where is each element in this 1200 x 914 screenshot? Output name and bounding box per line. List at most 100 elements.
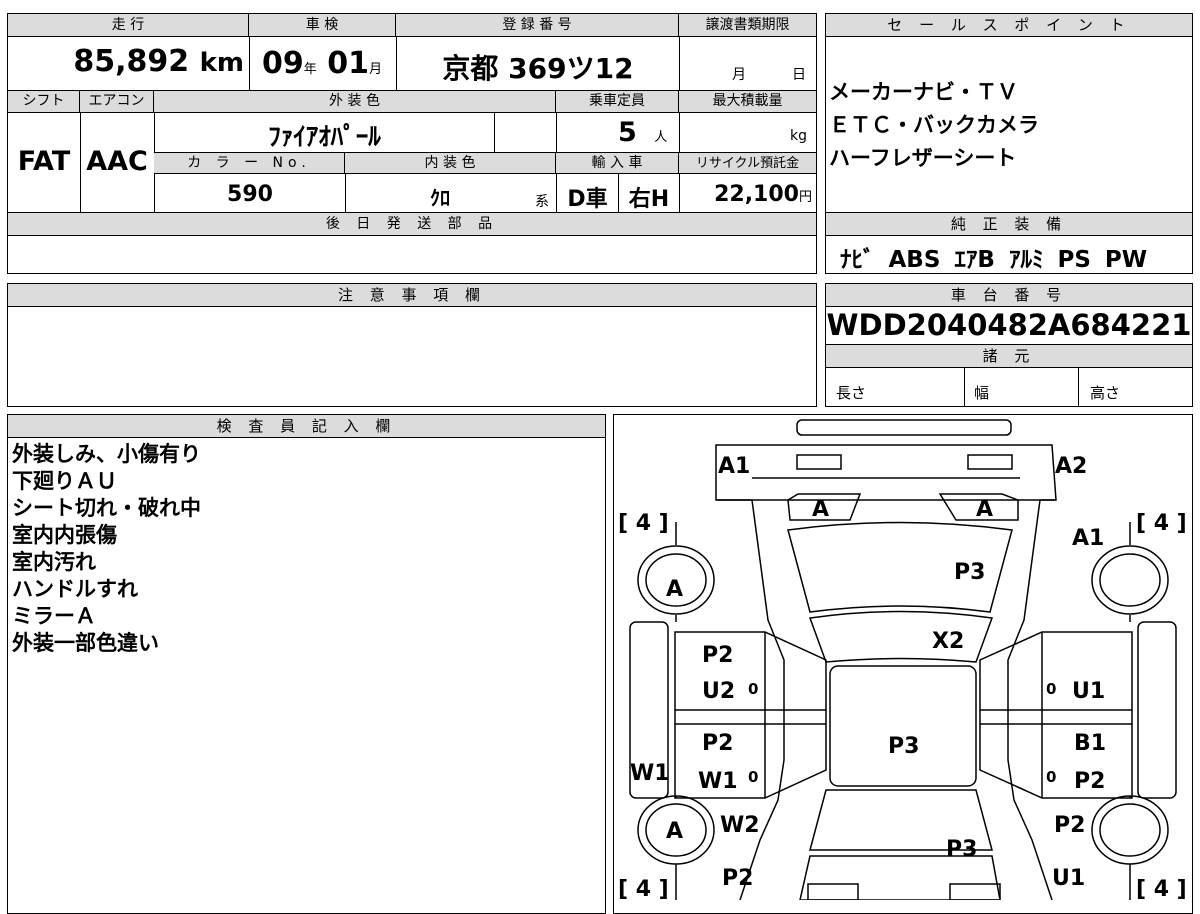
damage-label: A1 xyxy=(718,454,750,479)
header-sales-point: セ ー ル ス ポ イ ン ト xyxy=(826,14,1192,37)
inspector-note-6: ハンドルすれ xyxy=(12,577,138,601)
left-front-door-shape xyxy=(674,631,827,711)
headlight-right-shape xyxy=(967,454,1013,470)
damage-label: W2 xyxy=(720,813,760,838)
header-registration: 登 録 番 号 xyxy=(396,14,679,37)
mileage-value: 85,892 km xyxy=(12,44,244,79)
inspector-note-3: シート切れ・破れ中 xyxy=(12,496,201,520)
mileage-unit: km xyxy=(199,48,244,78)
car-damage-diagram: [ 4 ] [ 4 ] [ 4 ] [ 4 ] A1 A2 A A A1 P3 … xyxy=(618,419,1187,900)
header-shift: シフト xyxy=(8,91,80,113)
import-type-value: D車 xyxy=(567,187,608,212)
chassis-number-value: WDD2040482A684221 xyxy=(826,308,1192,342)
header-mileage: 走 行 xyxy=(8,14,249,37)
zero-marker: 0 xyxy=(748,680,758,698)
inspector-note-5: 室内汚れ xyxy=(12,550,96,574)
wheel-rear-right-shape xyxy=(1091,795,1169,865)
zero-marker: 0 xyxy=(1046,680,1056,698)
damage-label: P2 xyxy=(1074,769,1105,794)
header-inspection: 車 検 xyxy=(249,14,396,37)
exterior-color-value: ﾌｧｲｱｵﾊﾟｰﾙ xyxy=(268,122,381,151)
damage-label: U2 xyxy=(702,679,735,704)
header-inspector: 検 査 員 記 入 欄 xyxy=(8,415,605,438)
spec-length-label: 長さ xyxy=(836,384,867,402)
header-recycle: リサイクル預託金 xyxy=(679,152,816,174)
interior-color-suffix: 系 xyxy=(535,194,549,210)
damage-label: W1 xyxy=(698,769,738,794)
shift-value: FAT xyxy=(17,146,71,177)
roof-shape xyxy=(829,665,977,787)
header-chassis-number: 車 台 番 号 xyxy=(826,284,1192,307)
damage-label: P3 xyxy=(954,560,985,585)
damage-label: A xyxy=(666,819,683,844)
header-notice: 注 意 事 項 欄 xyxy=(8,284,816,307)
damage-label: P3 xyxy=(888,734,919,759)
damage-label: A xyxy=(812,497,829,522)
aircon-value: AAC xyxy=(86,146,148,177)
spec-width-label: 幅 xyxy=(974,384,990,402)
damage-label: W1 xyxy=(630,761,670,786)
inspector-note-4: 室内内張傷 xyxy=(12,523,117,547)
header-import: 輸 入 車 xyxy=(556,152,679,174)
damage-label: P2 xyxy=(722,866,753,891)
damage-label: P2 xyxy=(1054,813,1085,838)
zero-marker: 0 xyxy=(1046,768,1056,786)
interior-color-value: ｸﾛ xyxy=(430,186,450,210)
color-no-value: 590 xyxy=(227,182,273,207)
damage-label: X2 xyxy=(932,629,964,654)
bracket-top-left: [ 4 ] xyxy=(618,511,669,536)
right-sill-shape xyxy=(1137,621,1177,799)
spec-height-label: 高さ xyxy=(1090,384,1121,402)
damage-label: A xyxy=(666,577,683,602)
inspector-note-7: ミラーＡ xyxy=(12,604,96,628)
capacity-value: 5 人 xyxy=(618,117,668,148)
registration-number: 京都 369ツ12 xyxy=(442,52,634,85)
header-transfer-deadline: 譲渡書類期限 xyxy=(679,14,816,37)
front-panel-shape xyxy=(715,444,1057,501)
sales-point-line-1: メーカーナビ・ＴＶ xyxy=(829,80,1018,104)
sales-point-line-2: ＥＴＣ・バックカメラ xyxy=(829,113,1039,137)
damage-label: A1 xyxy=(1072,526,1104,551)
header-equipment: 純 正 装 備 xyxy=(826,213,1192,236)
bracket-bottom-right: [ 4 ] xyxy=(1136,877,1187,900)
header-later-parts: 後 日 発 送 部 品 xyxy=(8,213,816,236)
header-color-no: カ ラ ー No. xyxy=(154,152,345,174)
headlight-left-shape xyxy=(796,454,842,470)
damage-label: P3 xyxy=(946,837,977,862)
header-specs: 諸 元 xyxy=(826,345,1192,368)
right-rear-door-shape xyxy=(979,723,1133,799)
mileage-number: 85,892 xyxy=(73,44,190,79)
damage-label: P2 xyxy=(702,643,733,668)
zero-marker: 0 xyxy=(748,768,758,786)
header-capacity: 乗車定員 xyxy=(556,91,679,113)
damage-label: A xyxy=(976,497,993,522)
header-interior-color: 内 装 色 xyxy=(345,152,556,174)
right-front-door-shape xyxy=(979,631,1133,711)
windshield-shape xyxy=(808,610,994,663)
header-max-load: 最大積載量 xyxy=(679,91,816,113)
trunk-shape xyxy=(799,855,1001,900)
bracket-bottom-left: [ 4 ] xyxy=(618,877,669,900)
steering-value: 右H xyxy=(628,187,670,212)
damage-label: A2 xyxy=(1055,454,1087,479)
header-aircon: エアコン xyxy=(80,91,154,113)
damage-label: P2 xyxy=(702,731,733,756)
body-right-outline xyxy=(1007,499,1056,900)
inspector-note-1: 外装しみ、小傷有り xyxy=(12,442,201,466)
equipment-value: ﾅﾋﾞ ABS ｴｱB ｱﾙﾐ PS PW xyxy=(840,247,1148,273)
damage-label: U1 xyxy=(1072,679,1105,704)
inspector-note-2: 下廻りＡＵ xyxy=(12,469,117,493)
inspection-expiry: 09年 01月 xyxy=(262,46,382,81)
inspector-note-8: 外装一部色違い xyxy=(12,631,159,655)
rear-bumper-shape xyxy=(807,883,859,900)
header-exterior-color: 外 装 色 xyxy=(154,91,556,113)
damage-label: U1 xyxy=(1052,866,1085,891)
max-load-unit: kg xyxy=(790,128,807,144)
front-bumper-shape xyxy=(796,419,1012,436)
bracket-top-right: [ 4 ] xyxy=(1136,511,1187,536)
deadline-month-unit: 月 xyxy=(732,67,746,83)
deadline-day-unit: 日 xyxy=(792,67,806,83)
sales-point-line-3: ハーフレザーシート xyxy=(829,146,1017,170)
recycle-value: 22,100円 xyxy=(714,182,812,207)
damage-label: B1 xyxy=(1074,731,1106,756)
